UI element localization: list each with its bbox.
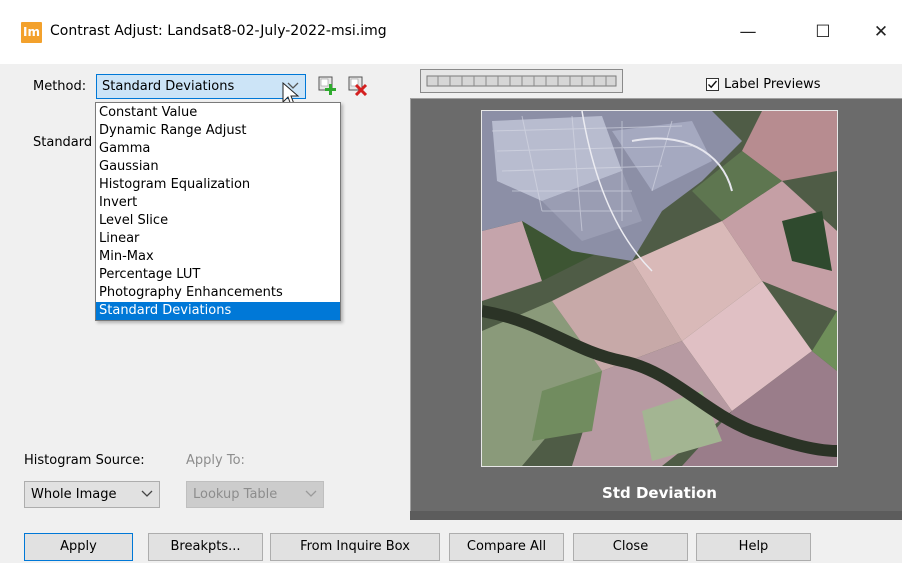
method-option[interactable]: Linear xyxy=(96,230,340,248)
method-option[interactable]: Percentage LUT xyxy=(96,266,340,284)
method-option[interactable]: Gamma xyxy=(96,140,340,158)
method-select[interactable]: Standard Deviations xyxy=(96,74,306,99)
standard-deviations-label: Standard xyxy=(33,135,93,150)
preview-panel-footer xyxy=(410,511,902,520)
histogram-source-select[interactable]: Whole Image xyxy=(24,481,160,508)
window-title: Contrast Adjust: Landsat8-02-July-2022-m… xyxy=(50,23,387,39)
method-option[interactable]: Level Slice xyxy=(96,212,340,230)
method-select-value: Standard Deviations xyxy=(102,79,235,94)
compare-all-button[interactable]: Compare All xyxy=(449,533,564,561)
chevron-down-icon xyxy=(305,486,317,506)
delete-method-icon[interactable] xyxy=(348,76,368,100)
preview-caption: Std Deviation xyxy=(602,484,717,502)
apply-to-value: Lookup Table xyxy=(193,487,278,502)
method-option[interactable]: Photography Enhancements xyxy=(96,284,340,302)
apply-to-select: Lookup Table xyxy=(186,481,324,508)
method-option[interactable]: Invert xyxy=(96,194,340,212)
label-previews-checkbox[interactable] xyxy=(706,78,719,91)
minimize-button[interactable]: — xyxy=(725,16,771,48)
method-label: Method: xyxy=(33,79,87,94)
breakpoints-button[interactable]: Breakpts... xyxy=(148,533,263,561)
maximize-button[interactable]: ☐ xyxy=(800,16,846,48)
method-option[interactable]: Min-Max xyxy=(96,248,340,266)
histogram-source-label: Histogram Source: xyxy=(24,453,145,468)
histogram-source-value: Whole Image xyxy=(31,487,117,502)
checkmark-icon xyxy=(708,80,718,89)
label-previews-label: Label Previews xyxy=(724,77,821,92)
app-icon: Im xyxy=(21,22,42,43)
method-option[interactable]: Gaussian xyxy=(96,158,340,176)
method-dropdown-list[interactable]: Constant Value Dynamic Range Adjust Gamm… xyxy=(95,102,341,321)
apply-button[interactable]: Apply xyxy=(24,533,133,561)
close-window-button[interactable]: ✕ xyxy=(858,16,902,48)
satellite-preview-image[interactable] xyxy=(481,110,838,467)
method-option[interactable]: Dynamic Range Adjust xyxy=(96,122,340,140)
close-button[interactable]: Close xyxy=(573,533,688,561)
method-option[interactable]: Constant Value xyxy=(96,104,340,122)
apply-to-label: Apply To: xyxy=(186,453,245,468)
help-button[interactable]: Help xyxy=(696,533,811,561)
method-option-selected[interactable]: Standard Deviations xyxy=(96,302,340,320)
add-method-icon[interactable] xyxy=(318,76,338,100)
from-inquire-box-button[interactable]: From Inquire Box xyxy=(270,533,440,561)
chevron-down-icon xyxy=(141,486,153,506)
preview-progress-bar xyxy=(420,69,623,93)
method-option[interactable]: Histogram Equalization xyxy=(96,176,340,194)
